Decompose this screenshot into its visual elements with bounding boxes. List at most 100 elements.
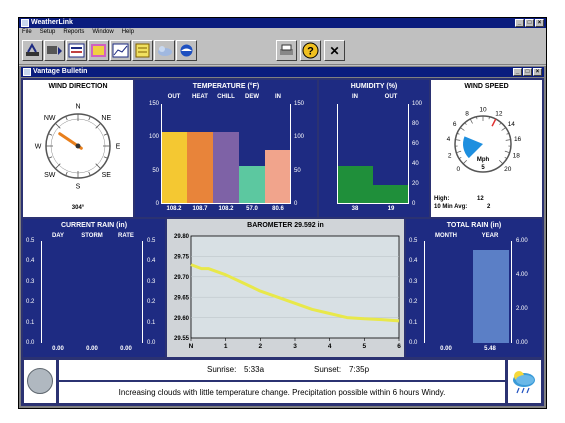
bulletin-close-button[interactable]: × (533, 68, 542, 76)
station-icon (26, 43, 39, 56)
barometer-y-tick: 29.70 (174, 275, 190, 281)
bulletin-maximize-button[interactable]: □ (523, 68, 532, 76)
temperature-value: 108.2 (218, 206, 234, 212)
data-button[interactable] (66, 40, 87, 61)
barometer-y-tick: 29.75 (174, 255, 190, 261)
sunset-label: Sunset: (314, 365, 342, 374)
humidity-tick: 0 (412, 201, 416, 207)
print-icon (280, 44, 293, 55)
maximize-button[interactable]: □ (525, 19, 534, 27)
current-rain-value: 0.00 (86, 346, 98, 352)
close-window-button[interactable]: × (535, 19, 544, 27)
temperature-column-label: IN (275, 94, 281, 100)
help-button[interactable]: ? (300, 40, 321, 61)
barometer-x-tick: 1 (224, 343, 228, 350)
total-rain-tick-left: 0.3 (409, 278, 418, 285)
sunset-time: 7:35p (349, 365, 370, 374)
graph-button[interactable] (110, 40, 131, 61)
download-button[interactable] (44, 40, 65, 61)
sun-times-bar: Sunrise: 5:33a Sunset: 7:35p (59, 360, 505, 380)
bulletin-button[interactable] (88, 40, 109, 61)
current-rain-tick-right: 0.1 (147, 319, 156, 326)
current-rain-plot (41, 241, 143, 343)
humidity-value: 38 (351, 206, 359, 212)
wind-speed-dial: 02468101214161820 Mph 5 (447, 107, 522, 174)
compass-label: E (116, 144, 121, 151)
current-rain-tick-left: 0.0 (26, 340, 35, 346)
total-rain-tick-right: 4.00 (516, 272, 528, 278)
sunrise-time: 5:33a (244, 365, 265, 374)
temperature-tick-left: 150 (148, 101, 159, 107)
temperature-column-label: CHILL (217, 94, 235, 100)
barometer-x-tick: 2 (259, 343, 263, 350)
barometer-x-tick: 5 (363, 343, 367, 350)
current-rain-column-label: DAY (51, 233, 65, 239)
wind-high-label: High: (434, 196, 450, 202)
total-rain-tick-left: 0.5 (409, 238, 418, 244)
bulletin-title-bar: Vantage Bulletin _ □ × (21, 67, 544, 77)
current-rain-tick-left: 0.2 (26, 299, 35, 306)
bulletin-minimize-button[interactable]: _ (513, 68, 522, 76)
wind-speed-dial-label: 16 (514, 136, 522, 143)
temperature-panel: TEMPERATURE (°F) OUT 108.2 HEAT 108.7 CHILL 1… (135, 80, 317, 217)
menu-setup[interactable]: Setup (40, 28, 56, 37)
temperature-axes (161, 104, 291, 204)
current-rain-tick-left: 0.1 (26, 319, 35, 326)
current-rain-tick-right: 0.5 (147, 238, 156, 244)
app-title: WeatherLink (31, 19, 73, 26)
current-rain-tick-left: 0.3 (26, 278, 35, 285)
menu-reports[interactable]: Reports (63, 28, 84, 37)
noaa-button[interactable] (176, 40, 197, 61)
temperature-tick-left: 0 (155, 201, 159, 207)
humidity-panel: HUMIDITY (%) IN 38 OUT 19 100 80 60 40 20 0 (319, 80, 429, 217)
moon-phase-box (24, 360, 56, 403)
wind-speed-dial-label: 6 (453, 121, 457, 128)
humidity-axes (337, 104, 409, 204)
app-title-bar: WeatherLink _ □ × (19, 18, 546, 28)
mdi-workspace: Vantage Bulletin _ □ × WIND DIRECTION NN… (19, 66, 546, 408)
wind-speed-dial-label: 20 (504, 166, 512, 173)
humidity-title: HUMIDITY (%) (350, 83, 398, 90)
moon-phase-icon (27, 368, 53, 394)
menu-file[interactable]: File (22, 28, 32, 37)
bulletin-window-icon (23, 68, 31, 76)
close-icon: ✕ (329, 43, 340, 58)
wind-direction-readout: 304° (71, 205, 85, 211)
compass-label: SW (44, 172, 56, 179)
weather-button[interactable] (154, 40, 175, 61)
humidity-column-label: IN (352, 94, 358, 100)
data-icon (68, 43, 85, 58)
temperature-tick-left: 100 (148, 134, 159, 141)
compass-label: SE (102, 172, 112, 179)
temperature-value: 108.7 (192, 206, 208, 212)
wind-compass: N NE E SE S SW W NW (35, 104, 121, 191)
humidity-tick: 60 (412, 141, 419, 147)
notes-icon (135, 43, 150, 58)
wind-direction-panel: WIND DIRECTION N NE E SE S SW W NW 304° (23, 80, 133, 217)
total-rain-tick-left: 0.4 (409, 258, 418, 265)
current-rain-tick-left: 0.4 (26, 258, 35, 265)
minimize-button[interactable]: _ (515, 19, 524, 27)
forecast-text: Increasing clouds with little temperatur… (59, 382, 505, 403)
sunrise-label: Sunrise: (207, 365, 237, 374)
total-rain-value: 0.00 (440, 346, 452, 352)
wind-speed-dial-label: 14 (508, 121, 516, 128)
notes-button[interactable] (132, 40, 153, 61)
station-button[interactable] (22, 40, 43, 61)
total-rain-year-bar (473, 249, 509, 343)
temperature-tick-left: 50 (152, 167, 159, 174)
toolbar: ? ✕ (19, 37, 546, 65)
wind-avg-label: 10 Min Avg: (434, 204, 468, 210)
barometer-chart: 29.80 29.75 29.70 29.65 29.60 29.55 N 1 2 3 4 5 6 (174, 234, 401, 350)
forecast-panel: Sunrise: 5:33a Sunset: 7:35p Increasing … (23, 359, 542, 404)
exit-button[interactable]: ✕ (324, 40, 345, 61)
temperature-value: 108.2 (166, 206, 182, 212)
menu-window[interactable]: Window (92, 28, 113, 37)
wind-speed-dial-label: 2 (448, 152, 452, 159)
humidity-column-label: OUT (384, 94, 398, 100)
current-rain-tick-right: 0.2 (147, 299, 156, 306)
menu-help[interactable]: Help (122, 28, 134, 37)
wind-speed-panel: WIND SPEED 0 2 4 6 8 10 12 14 16 18 20 Mph 5 High:… (431, 80, 542, 217)
temperature-tick-right: 50 (294, 167, 301, 174)
print-button[interactable] (276, 40, 297, 61)
